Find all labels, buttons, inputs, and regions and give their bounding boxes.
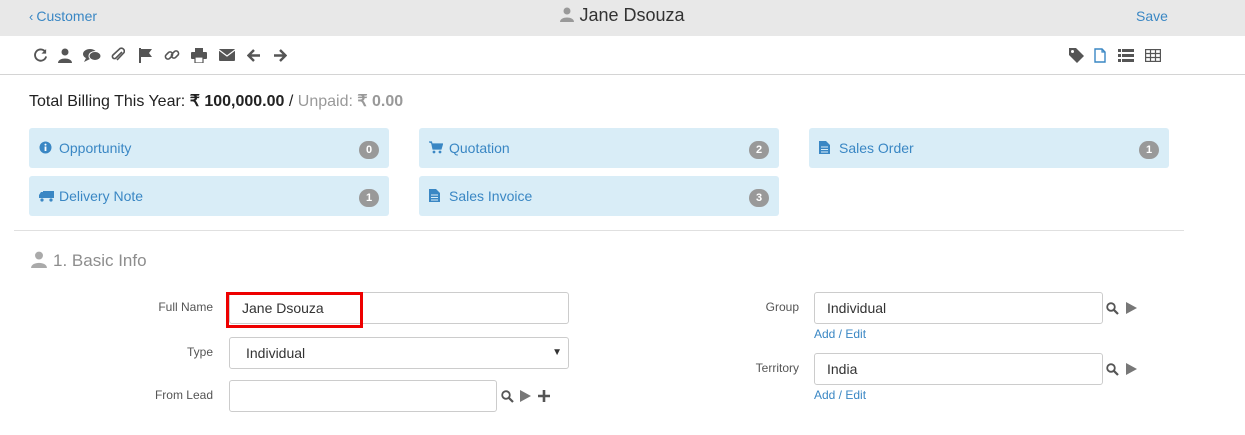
list-icon[interactable]	[1117, 46, 1135, 64]
search-icon[interactable]	[1104, 361, 1120, 377]
comments-icon[interactable]	[83, 46, 101, 64]
territory-field[interactable]: India	[814, 353, 1103, 385]
paperclip-icon[interactable]	[109, 46, 127, 64]
type-label: Type	[186, 345, 213, 359]
quotation-link[interactable]: Quotation 2	[419, 128, 779, 168]
truck-icon	[39, 189, 54, 203]
user-icon[interactable]	[56, 46, 74, 64]
save-button[interactable]: Save	[1136, 8, 1168, 24]
unpaid-amount: ₹ 0.00	[357, 93, 404, 110]
opportunity-label: Opportunity	[59, 140, 132, 156]
quotation-count-badge: 2	[749, 141, 769, 159]
unpaid-label: Unpaid:	[297, 93, 353, 110]
refresh-icon[interactable]	[31, 46, 49, 64]
arrow-left-icon[interactable]	[245, 46, 263, 64]
play-icon[interactable]	[1123, 361, 1139, 377]
plus-icon[interactable]	[536, 388, 552, 404]
delivery-note-label: Delivery Note	[59, 188, 144, 204]
top-bar: ‹ Customer Jane Dsouza Save	[0, 0, 1245, 36]
search-icon[interactable]	[1104, 300, 1120, 316]
delivery-note-count-badge: 1	[359, 189, 379, 207]
type-select-value: Individual	[246, 345, 306, 361]
sales-order-label: Sales Order	[839, 140, 914, 156]
tag-icon[interactable]	[1067, 46, 1085, 64]
opportunity-link[interactable]: Opportunity 0	[29, 128, 389, 168]
page-title-text: Jane Dsouza	[579, 5, 685, 25]
play-icon[interactable]	[1123, 300, 1139, 316]
print-icon[interactable]	[190, 46, 208, 64]
flag-icon[interactable]	[136, 46, 154, 64]
sales-order-link[interactable]: Sales Order 1	[809, 128, 1169, 168]
territory-add-edit-link[interactable]: Add / Edit	[814, 388, 866, 402]
sales-invoice-link[interactable]: Sales Invoice 3	[419, 176, 779, 216]
territory-label: Territory	[755, 361, 799, 375]
info-icon	[39, 141, 53, 155]
arrow-right-icon[interactable]	[271, 46, 289, 64]
section-heading: 1. Basic Info	[31, 251, 147, 271]
delivery-note-link[interactable]: Delivery Note 1	[29, 176, 389, 216]
cart-icon	[429, 141, 444, 155]
billing-separator: /	[288, 93, 294, 110]
envelope-icon[interactable]	[218, 46, 236, 64]
caret-down-icon: ▼	[552, 347, 562, 358]
user-icon	[560, 7, 575, 22]
quotation-label: Quotation	[449, 140, 510, 156]
sales-invoice-count-badge: 3	[749, 189, 769, 207]
billing-summary: Total Billing This Year: ₹ 100,000.00 / …	[29, 91, 403, 111]
full-name-label: Full Name	[158, 300, 213, 314]
full-name-highlight	[226, 292, 363, 328]
from-lead-label: From Lead	[154, 388, 213, 402]
document-icon	[819, 141, 833, 155]
group-field[interactable]: Individual	[814, 292, 1103, 324]
table-icon[interactable]	[1144, 46, 1162, 64]
link-icon[interactable]	[163, 46, 181, 64]
group-label: Group	[765, 300, 799, 314]
play-icon[interactable]	[517, 388, 533, 404]
opportunity-count-badge: 0	[359, 141, 379, 159]
page-title: Jane Dsouza	[0, 5, 1245, 26]
section-title: 1. Basic Info	[53, 251, 147, 270]
from-lead-field[interactable]	[229, 380, 497, 412]
file-icon[interactable]	[1091, 46, 1109, 64]
section-divider	[14, 230, 1184, 231]
user-icon	[31, 251, 47, 268]
sales-order-count-badge: 1	[1139, 141, 1159, 159]
toolbar	[0, 36, 1245, 75]
search-icon[interactable]	[499, 388, 515, 404]
billing-amount: ₹ 100,000.00	[189, 93, 285, 110]
document-icon	[429, 189, 443, 203]
group-add-edit-link[interactable]: Add / Edit	[814, 327, 866, 341]
type-select[interactable]: Individual ▼	[229, 337, 569, 369]
sales-invoice-label: Sales Invoice	[449, 188, 533, 204]
billing-label: Total Billing This Year:	[29, 93, 186, 110]
